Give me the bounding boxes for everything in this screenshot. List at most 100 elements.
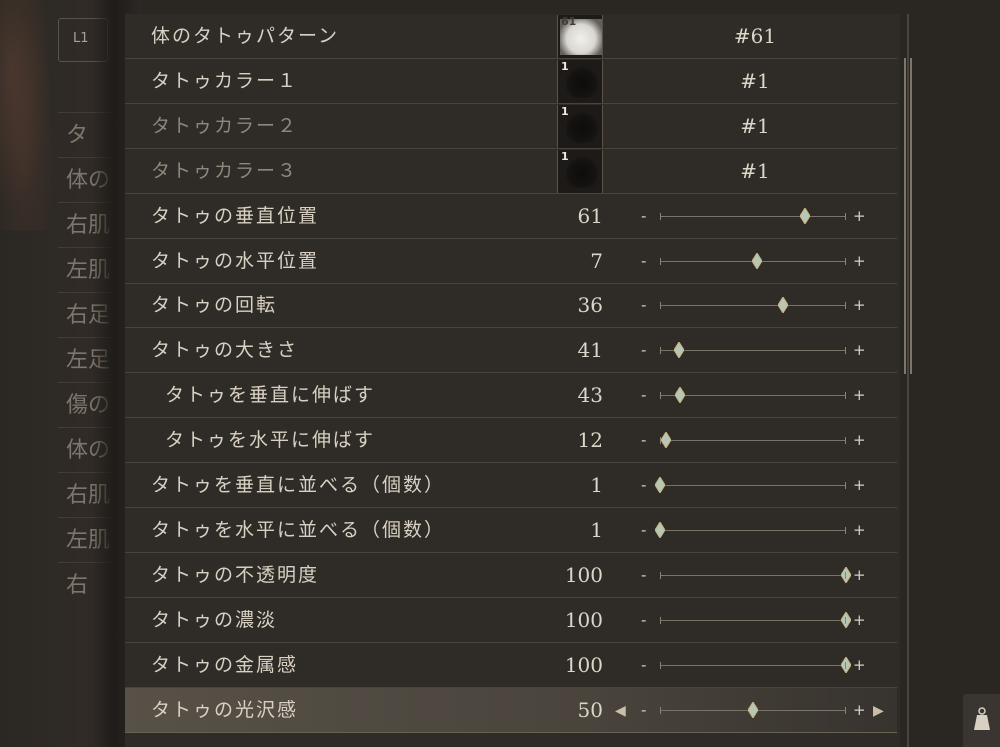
- swatch-preview: [566, 155, 598, 188]
- increase-button[interactable]: +: [853, 239, 866, 284]
- slider-thumb[interactable]: [654, 520, 666, 539]
- slider-row[interactable]: タトゥの光沢感 50 ◀ ▶ - +: [125, 687, 897, 733]
- slider-thumb[interactable]: [840, 655, 852, 674]
- decrease-button[interactable]: -: [641, 328, 646, 373]
- slider-thumb[interactable]: [673, 341, 685, 360]
- slider-row[interactable]: タトゥの水平位置 7 - +: [125, 239, 897, 284]
- slider-track[interactable]: [660, 251, 846, 270]
- slider-track[interactable]: [660, 386, 846, 405]
- slider-track[interactable]: [654, 520, 846, 539]
- arrow-right-icon[interactable]: ▶: [873, 703, 884, 719]
- slider-track[interactable]: [660, 565, 852, 584]
- decrease-button[interactable]: -: [641, 283, 646, 328]
- slider-row[interactable]: タトゥの金属感 100 - +: [125, 643, 897, 688]
- decrease-button[interactable]: -: [641, 598, 646, 643]
- tattoo-swatch[interactable]: 61: [557, 15, 603, 58]
- decrease-button[interactable]: -: [641, 194, 646, 239]
- pattern-row[interactable]: タトゥカラー１ 1 #1: [125, 59, 897, 104]
- slider-row[interactable]: タトゥを垂直に伸ばす 43 - +: [125, 373, 897, 419]
- decrease-button[interactable]: -: [641, 553, 646, 598]
- slider-row[interactable]: タトゥを水平に伸ばす 12 - +: [125, 418, 897, 464]
- slider-track[interactable]: [660, 296, 846, 315]
- slider-value: 1: [590, 517, 603, 542]
- scrollbar[interactable]: [903, 14, 915, 747]
- slider-row[interactable]: タトゥの回転 36 - +: [125, 283, 897, 329]
- ornament-decoration: [0, 0, 60, 230]
- pattern-value: #1: [740, 158, 770, 183]
- slider-row[interactable]: タトゥの大きさ 41 - +: [125, 328, 897, 374]
- swatch-preview: [566, 65, 598, 98]
- pattern-value: #61: [733, 24, 777, 48]
- swatch-number: 1: [561, 149, 569, 163]
- decrease-button[interactable]: -: [641, 239, 646, 284]
- row-label: タトゥの濃淡: [151, 608, 278, 631]
- slider-row[interactable]: タトゥの垂直位置 61 - +: [125, 194, 897, 239]
- slider-row[interactable]: タトゥの濃淡 100 - +: [125, 598, 897, 643]
- pattern-value: #1: [740, 68, 770, 93]
- increase-button[interactable]: +: [853, 553, 866, 598]
- tattoo-swatch[interactable]: 1: [557, 104, 603, 148]
- slider-thumb[interactable]: [751, 251, 763, 270]
- pattern-row[interactable]: タトゥカラー３ 1 #1: [125, 149, 897, 194]
- tattoo-settings-panel: 体のタトゥパターン 61 #61 タトゥカラー１ 1 #1 タトゥカラー２ 1 #1 タトゥカラー…: [125, 14, 900, 747]
- tattoo-swatch[interactable]: 1: [557, 149, 603, 193]
- scrollbar-thumb[interactable]: [904, 58, 912, 374]
- pattern-row[interactable]: タトゥカラー２ 1 #1: [125, 104, 897, 149]
- increase-button[interactable]: +: [853, 598, 866, 643]
- slider-value: 100: [564, 607, 603, 632]
- increase-button[interactable]: +: [853, 328, 866, 373]
- slider-thumb[interactable]: [840, 610, 852, 629]
- slider-thumb[interactable]: [777, 296, 789, 315]
- increase-button[interactable]: +: [853, 688, 866, 733]
- row-label: タトゥカラー１: [151, 69, 299, 92]
- slider-value: 100: [564, 562, 603, 587]
- row-label: タトゥを水平に伸ばす: [165, 429, 376, 452]
- slider-value: 41: [577, 338, 603, 363]
- slider-track[interactable]: [660, 206, 846, 225]
- slider-value: 43: [577, 383, 603, 408]
- slider-track[interactable]: [654, 476, 846, 494]
- arrow-left-icon[interactable]: ◀: [615, 703, 626, 719]
- slider-value: 1: [590, 473, 603, 497]
- slider-track[interactable]: [660, 610, 852, 629]
- slider-thumb[interactable]: [799, 206, 811, 225]
- row-label: タトゥの大きさ: [151, 339, 299, 362]
- swatch-preview: [566, 110, 598, 143]
- row-label: タトゥカラー３: [151, 159, 299, 182]
- decrease-button[interactable]: -: [641, 463, 646, 508]
- slider-value: 50: [577, 697, 603, 722]
- weight-icon[interactable]: [963, 694, 1000, 747]
- slider-value: 61: [577, 203, 603, 228]
- increase-button[interactable]: +: [853, 283, 866, 328]
- slider-thumb[interactable]: [674, 386, 687, 405]
- row-label: タトゥを垂直に並べる（個数）: [151, 474, 446, 496]
- increase-button[interactable]: +: [853, 643, 866, 688]
- swatch-number: 1: [561, 104, 569, 118]
- tattoo-swatch[interactable]: 1: [557, 59, 603, 103]
- slider-thumb[interactable]: [654, 476, 666, 494]
- decrease-button[interactable]: -: [641, 508, 646, 553]
- decrease-button[interactable]: -: [641, 688, 646, 733]
- slider-thumb[interactable]: [840, 565, 852, 584]
- slider-row[interactable]: タトゥを水平に並べる（個数） 1 - +: [125, 508, 897, 553]
- slider-thumb[interactable]: [659, 431, 672, 450]
- row-label: タトゥの光沢感: [151, 698, 299, 721]
- decrease-button[interactable]: -: [641, 373, 646, 418]
- slider-track[interactable]: [660, 700, 846, 719]
- decrease-button[interactable]: -: [641, 418, 646, 463]
- increase-button[interactable]: +: [853, 508, 866, 553]
- increase-button[interactable]: +: [853, 463, 866, 508]
- increase-button[interactable]: +: [853, 373, 866, 418]
- slider-track[interactable]: [660, 341, 846, 360]
- slider-row[interactable]: タトゥを垂直に並べる（個数） 1 - +: [125, 463, 897, 508]
- slider-thumb[interactable]: [747, 700, 759, 719]
- increase-button[interactable]: +: [853, 194, 866, 239]
- swatch-number: 1: [561, 59, 569, 73]
- increase-button[interactable]: +: [853, 418, 866, 463]
- decrease-button[interactable]: -: [641, 643, 646, 688]
- slider-track[interactable]: [659, 431, 846, 450]
- pattern-row[interactable]: 体のタトゥパターン 61 #61: [125, 14, 897, 59]
- slider-row[interactable]: タトゥの不透明度 100 - +: [125, 553, 897, 598]
- row-label: タトゥを垂直に伸ばす: [165, 384, 376, 407]
- slider-track[interactable]: [660, 655, 852, 674]
